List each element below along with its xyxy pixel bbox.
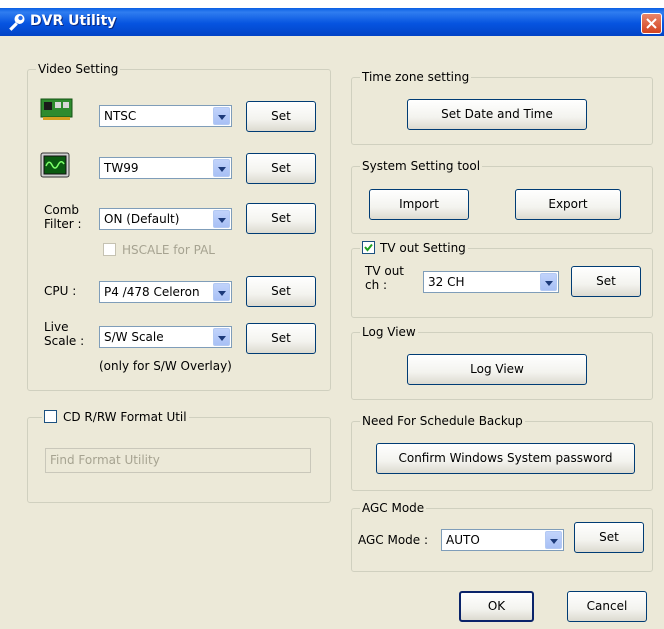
window-title: DVR Utility — [30, 13, 117, 29]
decoder-select[interactable]: TW99 — [99, 157, 232, 179]
tv-out-set-button[interactable]: Set — [571, 266, 641, 297]
cd-format-checkbox[interactable] — [44, 410, 57, 423]
tv-out-ch-label: TV out ch : — [365, 264, 405, 292]
chevron-down-icon[interactable] — [540, 273, 557, 291]
video-standard-set-button[interactable]: Set — [246, 101, 316, 132]
comb-filter-select[interactable]: ON (Default) — [99, 208, 232, 230]
hscale-checkbox[interactable] — [103, 243, 116, 256]
set-date-time-button[interactable]: Set Date and Time — [407, 99, 587, 130]
confirm-password-button[interactable]: Confirm Windows System password — [376, 443, 635, 474]
import-button[interactable]: Import — [369, 189, 469, 220]
tv-out-group: TV out Setting TV out ch : 32 CH Set — [351, 241, 653, 318]
agc-mode-field-label: AGC Mode : — [358, 533, 429, 547]
cancel-button[interactable]: Cancel — [567, 591, 647, 622]
tv-out-checkbox[interactable] — [362, 241, 375, 254]
close-icon — [646, 18, 657, 29]
find-format-utility-field[interactable]: Find Format Utility — [45, 448, 311, 473]
live-scale-label: Live Scale : — [44, 320, 85, 348]
tv-out-label: TV out Setting — [380, 241, 466, 255]
chevron-down-icon[interactable] — [213, 107, 230, 125]
cpu-label: CPU : — [44, 284, 77, 298]
decoder-set-button[interactable]: Set — [246, 153, 316, 184]
check-icon — [364, 243, 373, 252]
system-tool-label: System Setting tool — [360, 159, 483, 174]
export-button[interactable]: Export — [515, 189, 621, 220]
live-scale-set-button[interactable]: Set — [246, 323, 316, 354]
log-view-button[interactable]: Log View — [407, 354, 587, 385]
live-scale-select[interactable]: S/W Scale — [99, 326, 232, 348]
cpu-select[interactable]: P4 /478 Celeron — [99, 281, 232, 303]
time-zone-label: Time zone setting — [360, 70, 472, 85]
chevron-down-icon[interactable] — [213, 159, 230, 177]
tv-out-header: TV out Setting — [360, 241, 468, 256]
agc-mode-label: AGC Mode — [360, 501, 427, 516]
cd-format-header: CD R/RW Format Util — [42, 410, 189, 425]
video-setting-label: Video Setting — [36, 62, 121, 77]
agc-mode-group: AGC Mode AGC Mode : AUTO Set — [351, 501, 653, 572]
live-scale-note: (only for S/W Overlay) — [99, 359, 232, 373]
system-tool-group: System Setting tool Import Export — [351, 159, 653, 234]
video-setting-group: Video Setting NTSC Set TW99 Set Comb Fil… — [27, 62, 331, 391]
ok-button[interactable]: OK — [459, 591, 534, 622]
waveform-icon — [40, 152, 70, 178]
cd-format-group: CD R/RW Format Util Find Format Utility — [27, 410, 331, 503]
time-zone-group: Time zone setting Set Date and Time — [351, 70, 653, 145]
close-button[interactable] — [641, 13, 662, 34]
wrench-icon — [9, 14, 25, 31]
cd-format-label: CD R/RW Format Util — [63, 410, 187, 424]
agc-mode-select[interactable]: AUTO — [441, 529, 564, 551]
chevron-down-icon[interactable] — [213, 328, 230, 346]
video-card-icon — [40, 98, 73, 120]
log-view-label: Log View — [360, 325, 418, 340]
schedule-backup-label: Need For Schedule Backup — [360, 414, 525, 429]
chevron-down-icon[interactable] — [213, 283, 230, 301]
comb-filter-set-button[interactable]: Set — [246, 203, 316, 234]
tv-out-ch-select[interactable]: 32 CH — [423, 271, 559, 293]
cpu-set-button[interactable]: Set — [246, 276, 316, 307]
title-bar[interactable]: DVR Utility — [0, 8, 664, 36]
log-view-group: Log View Log View — [351, 325, 653, 400]
comb-filter-label: Comb Filter : — [44, 203, 82, 231]
chevron-down-icon[interactable] — [213, 210, 230, 228]
video-standard-select[interactable]: NTSC — [99, 105, 232, 127]
dvr-utility-window: DVR Utility Video Setting NTSC Set TW99 … — [0, 8, 664, 629]
hscale-label: HSCALE for PAL — [122, 243, 215, 257]
schedule-backup-group: Need For Schedule Backup Confirm Windows… — [351, 414, 653, 491]
agc-set-button[interactable]: Set — [574, 522, 644, 553]
chevron-down-icon[interactable] — [545, 531, 562, 549]
